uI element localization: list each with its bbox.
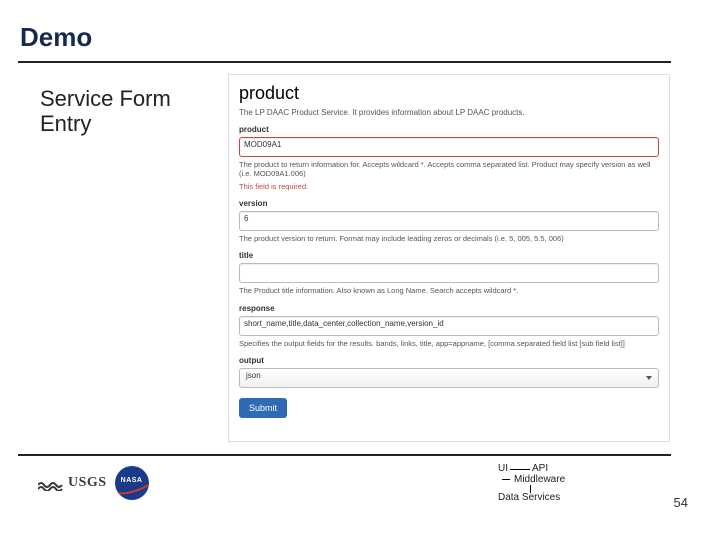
nasa-text: NASA: [115, 477, 149, 484]
slide-number: 54: [674, 495, 688, 510]
version-input[interactable]: 6: [239, 211, 659, 231]
form-subdesc: The LP DAAC Product Service. It provides…: [239, 108, 659, 117]
divider-top: [18, 61, 671, 63]
response-input[interactable]: short_name,title,data_center,collection_…: [239, 316, 659, 336]
version-label: version: [239, 199, 659, 208]
diagram-api-label: API: [532, 464, 548, 475]
title-input[interactable]: [239, 263, 659, 283]
product-input[interactable]: MOD09A1: [239, 137, 659, 157]
nasa-swoosh-icon: [115, 469, 149, 498]
diagram-line-icon: [502, 479, 510, 480]
submit-button[interactable]: Submit: [239, 398, 287, 418]
architecture-diagram: UI API Middleware Data Services: [498, 464, 628, 504]
usgs-text: USGS: [68, 475, 107, 491]
footer-logos: USGS NASA: [38, 466, 149, 500]
product-required-msg: This field is required.: [239, 182, 659, 191]
product-help: The product to return information for. A…: [239, 160, 659, 179]
divider-bottom: [18, 454, 671, 456]
usgs-logo: USGS: [38, 475, 107, 491]
page-title: Demo: [20, 22, 92, 53]
output-label: output: [239, 356, 659, 365]
output-select[interactable]: json: [239, 368, 659, 388]
title-help: The Product title information. Also know…: [239, 286, 659, 295]
form-heading: product: [239, 83, 659, 104]
nasa-logo: NASA: [115, 466, 149, 500]
title-label: title: [239, 251, 659, 260]
diagram-middleware-label: Middleware: [514, 475, 565, 486]
product-label: product: [239, 125, 659, 134]
output-value: json: [246, 371, 261, 380]
diagram-ui-label: UI: [498, 464, 508, 475]
response-label: response: [239, 304, 659, 313]
slide-caption: Service Form Entry: [40, 86, 190, 137]
diagram-line-icon: [510, 469, 530, 470]
version-help: The product version to return. Format ma…: [239, 234, 659, 243]
slide: Demo Service Form Entry product The LP D…: [0, 0, 720, 540]
response-help: Specifies the output fields for the resu…: [239, 339, 659, 348]
diagram-dataservices-label: Data Services: [498, 493, 628, 504]
form-screenshot: product The LP DAAC Product Service. It …: [228, 74, 670, 442]
usgs-wave-icon: [38, 475, 64, 491]
